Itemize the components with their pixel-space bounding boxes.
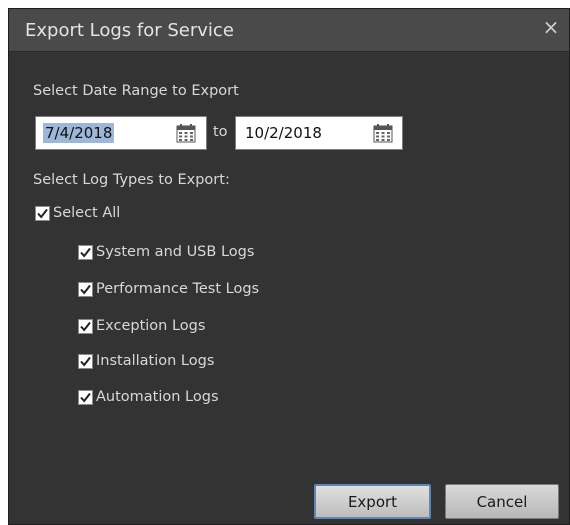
select-all-label: Select All [53,205,121,221]
start-date-field[interactable]: 7/4/2018 [35,116,207,150]
select-all-checkbox[interactable] [35,205,50,221]
log-type-system-usb-row[interactable]: System and USB Logs [78,244,254,260]
to-label: to [213,124,228,140]
log-type-checkbox[interactable] [78,318,93,334]
log-type-automation-row[interactable]: Automation Logs [78,389,219,405]
log-type-checkbox[interactable] [78,389,93,405]
end-date-value: 10/2/2018 [245,124,322,142]
checkmark-icon [80,284,91,295]
checkmark-icon [80,321,91,332]
log-type-label: Installation Logs [96,353,215,369]
log-type-installation-row[interactable]: Installation Logs [78,353,214,369]
dialog-title: Export Logs for Service [25,20,234,41]
checkmark-icon [80,392,91,403]
log-type-label: Performance Test Logs [96,281,260,297]
log-type-performance-test-row[interactable]: Performance Test Logs [78,281,259,297]
log-types-label: Select Log Types to Export: [33,172,230,188]
cancel-button[interactable]: Cancel [445,484,559,519]
log-type-label: Automation Logs [96,389,219,405]
log-type-label: Exception Logs [96,318,206,334]
log-type-exception-row[interactable]: Exception Logs [78,318,205,334]
export-button[interactable]: Export [314,484,431,519]
select-all-checkbox-row[interactable]: Select All [35,205,120,221]
log-type-checkbox[interactable] [78,353,93,369]
checkmark-icon [80,356,91,367]
calendar-icon[interactable] [176,124,196,143]
log-type-checkbox[interactable] [78,244,93,260]
start-date-value: 7/4/2018 [43,123,115,143]
end-date-field[interactable]: 10/2/2018 [235,116,403,150]
close-icon[interactable]: × [541,17,561,37]
calendar-icon[interactable] [373,124,393,143]
checkmark-icon [37,208,48,219]
export-logs-dialog: Export Logs for Service × Select Date Ra… [8,8,570,525]
date-range-label: Select Date Range to Export [33,83,239,99]
log-type-checkbox[interactable] [78,281,93,297]
title-bar: Export Logs for Service × [9,9,569,52]
checkmark-icon [80,247,91,258]
log-type-label: System and USB Logs [96,244,255,260]
